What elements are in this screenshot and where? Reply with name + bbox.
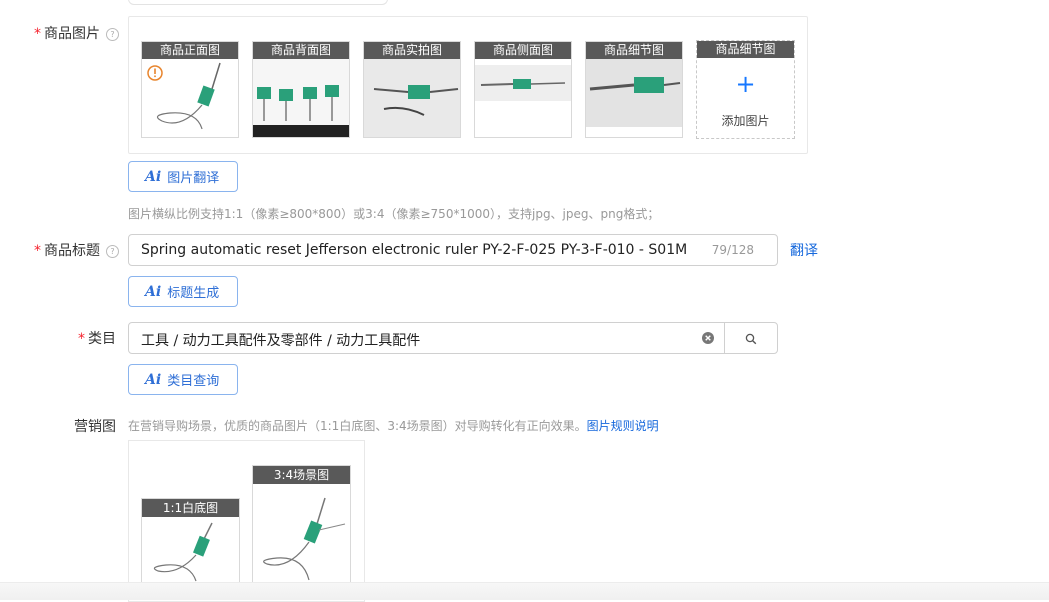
- marketing-images-label: 营销图: [74, 419, 116, 435]
- ai-icon: Ai: [145, 283, 162, 300]
- tile-caption: 商品细节图: [697, 41, 794, 58]
- product-title-label: * 商品标题?: [34, 240, 119, 260]
- product-photo: [253, 59, 349, 137]
- product-photo: [263, 497, 346, 581]
- question-circle-icon[interactable]: ?: [106, 27, 119, 41]
- category-label: * 类目: [78, 328, 116, 348]
- add-image-tile[interactable]: 商品细节图 + 添加图片: [696, 40, 795, 139]
- category-query-button[interactable]: Ai 类目查询: [128, 364, 238, 395]
- required-mark: *: [34, 26, 41, 42]
- category-value: 工具 / 动力工具配件及零部件 / 动力工具配件: [141, 333, 421, 349]
- product-images-label: * 商品图片?: [34, 23, 119, 43]
- ai-icon: Ai: [145, 371, 162, 388]
- tile-caption: 3:4场景图: [253, 466, 350, 484]
- tile-caption: 商品实拍图: [364, 42, 460, 59]
- image-rules-link[interactable]: 图片规则说明: [587, 419, 659, 433]
- tile-caption: 1:1白底图: [142, 499, 239, 517]
- question-circle-icon[interactable]: ?: [106, 244, 119, 258]
- marketing-tile-white-bg[interactable]: 1:1白底图: [141, 498, 240, 582]
- image-tile-side[interactable]: 商品侧面图: [474, 41, 572, 138]
- add-image-text: 添加图片: [721, 114, 770, 128]
- image-tile-back[interactable]: 商品背面图: [252, 41, 350, 138]
- product-photo: [364, 59, 460, 137]
- product-photo: [586, 59, 682, 127]
- title-translate-link[interactable]: 翻译: [790, 240, 818, 260]
- product-title-label-text: 商品标题: [44, 243, 100, 259]
- search-icon: [745, 333, 757, 345]
- category-label-text: 类目: [88, 331, 116, 347]
- ai-icon: Ai: [145, 168, 162, 185]
- tile-caption: 商品侧面图: [475, 42, 571, 59]
- product-photo: [153, 522, 213, 582]
- image-tile-front[interactable]: 商品正面图: [141, 41, 239, 138]
- image-tile-detail[interactable]: 商品细节图: [585, 41, 683, 138]
- clear-circle-icon[interactable]: [702, 332, 714, 344]
- marketing-hint: 在营销导购场景，优质的商品图片（1:1白底图、3:4场景图）对导购转化有正向效果…: [128, 417, 659, 434]
- tile-caption: 商品背面图: [253, 42, 349, 59]
- product-photo: [475, 65, 571, 101]
- image-translate-button[interactable]: Ai 图片翻译: [128, 161, 238, 192]
- tile-caption: 商品细节图: [586, 42, 682, 59]
- category-input[interactable]: 工具 / 动力工具配件及零部件 / 动力工具配件: [128, 322, 726, 354]
- product-photo: [147, 62, 221, 130]
- required-mark: *: [34, 243, 41, 259]
- category-search-button[interactable]: [724, 322, 778, 354]
- marketing-tile-scene[interactable]: 3:4场景图: [252, 465, 351, 582]
- product-title-value: Spring automatic reset Jefferson electro…: [141, 242, 688, 258]
- title-generate-button[interactable]: Ai 标题生成: [128, 276, 238, 307]
- required-mark: *: [78, 331, 85, 347]
- tile-caption: 商品正面图: [142, 42, 238, 59]
- product-images-label-text: 商品图片: [44, 26, 100, 42]
- image-format-hint: 图片横纵比例支持1:1（像素≥800*800）或3:4（像素≥750*1000）…: [128, 207, 660, 221]
- title-generate-label: 标题生成: [167, 286, 220, 301]
- image-tile-real[interactable]: 商品实拍图: [363, 41, 461, 138]
- marketing-hint-text: 在营销导购场景，优质的商品图片（1:1白底图、3:4场景图）对导购转化有正向效果…: [128, 419, 587, 433]
- category-query-label: 类目查询: [167, 374, 220, 389]
- character-counter: 79/128: [711, 243, 754, 257]
- plus-icon: +: [735, 70, 756, 98]
- bottom-bar: [0, 582, 1049, 600]
- image-translate-label: 图片翻译: [167, 171, 220, 186]
- product-title-input[interactable]: Spring automatic reset Jefferson electro…: [128, 234, 778, 266]
- previous-field-edge: [128, 0, 388, 5]
